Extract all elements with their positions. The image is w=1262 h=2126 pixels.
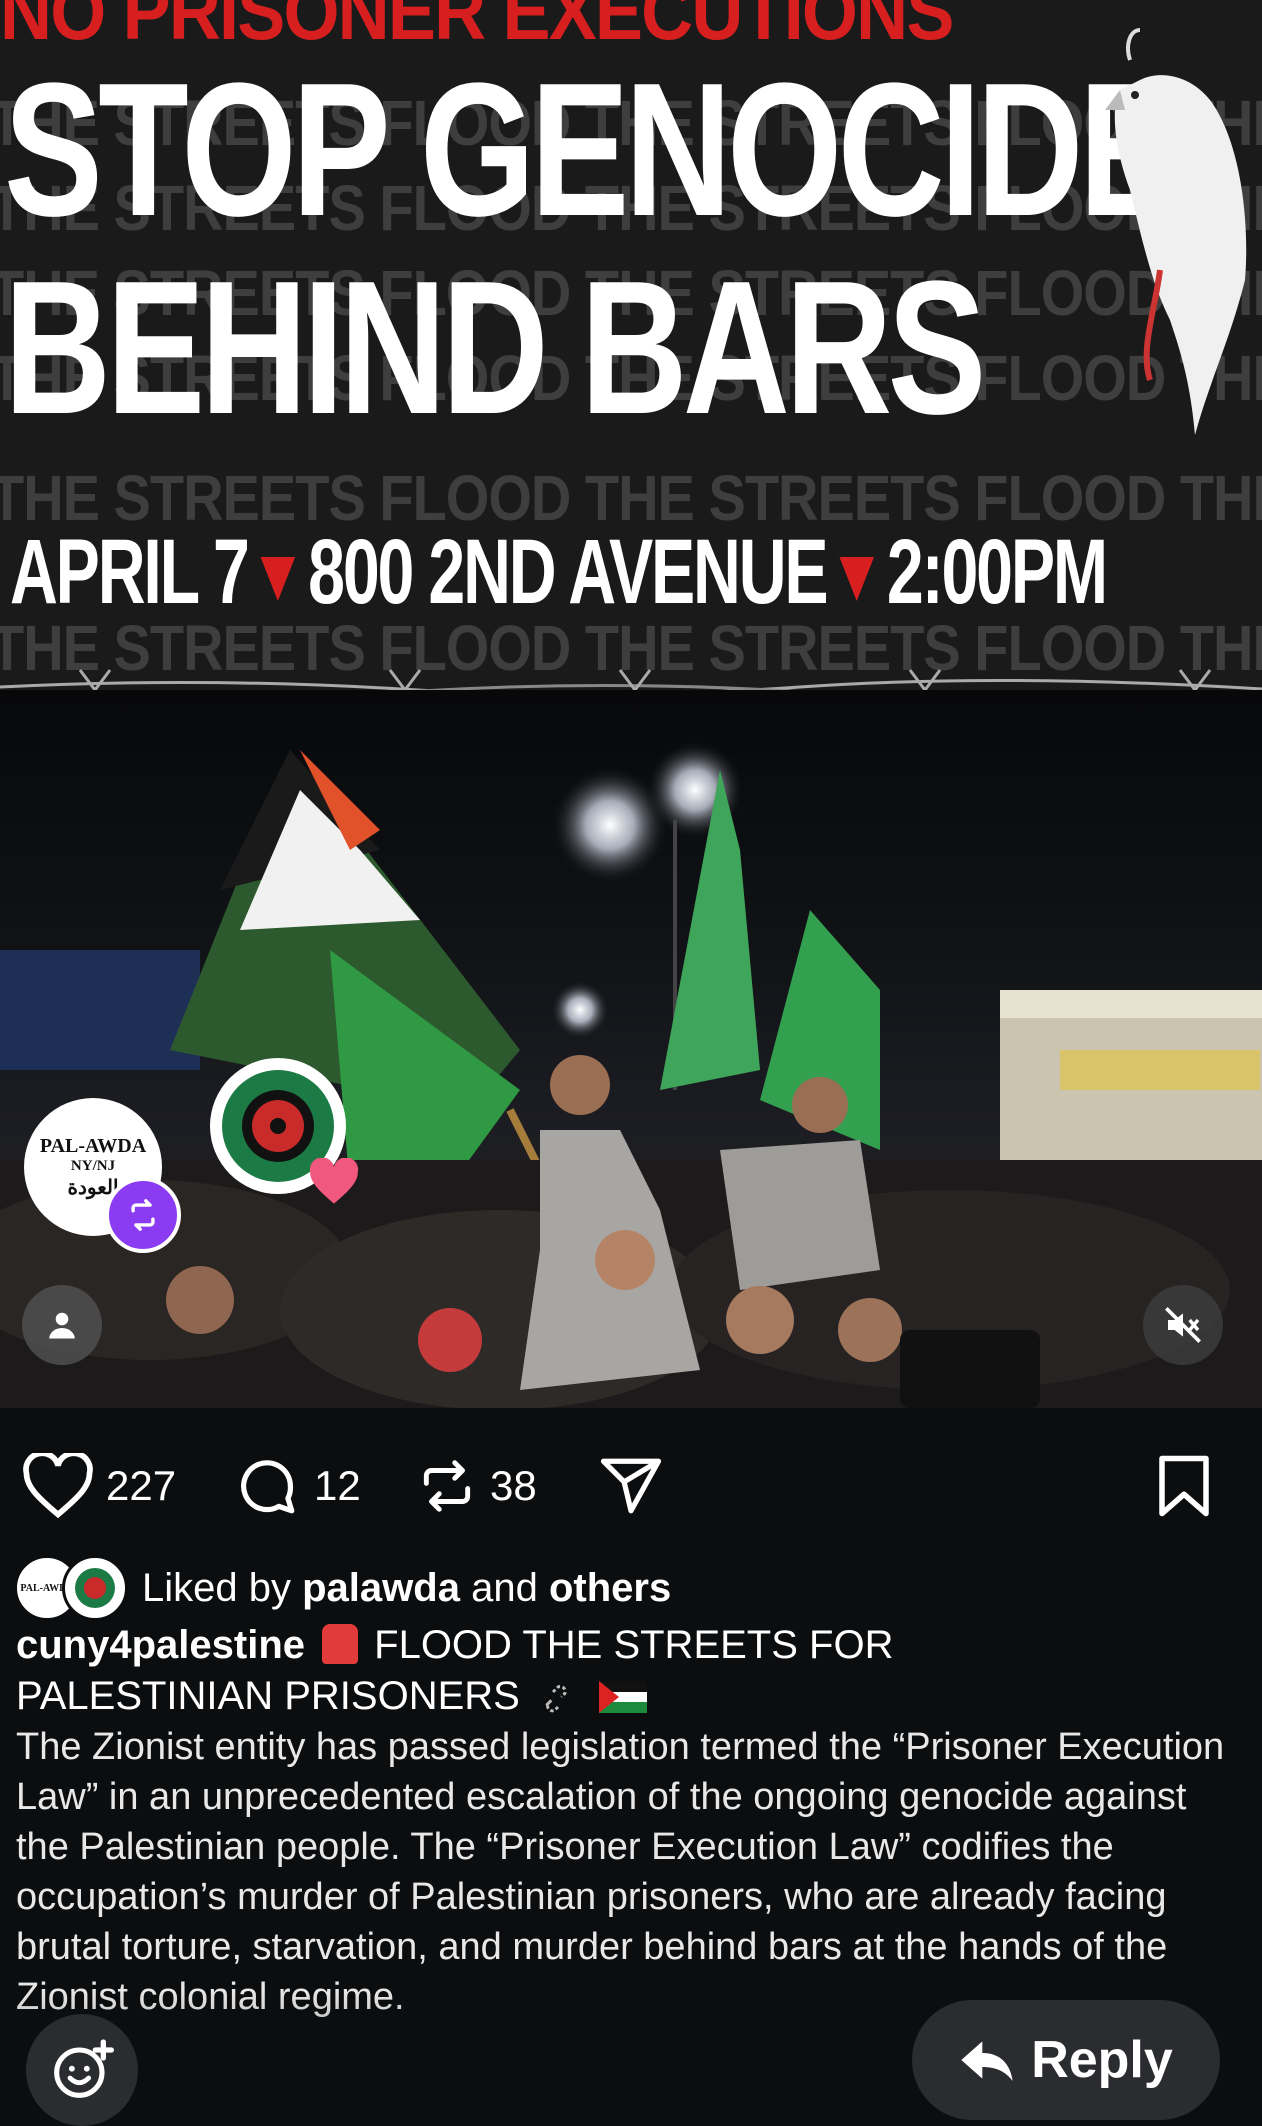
siren-emoji-icon [321,1624,358,1664]
collab-logo-text: PAL-AWDA [39,1134,147,1157]
liked-by-text: Liked by palawda and others [142,1566,671,1611]
reply-arrow-icon [961,2041,1013,2081]
like-count: 227 [106,1462,177,1509]
caption-body: The Zionist entity has passed legislatio… [16,1726,1225,2018]
heart-badge-icon [309,1158,359,1204]
liked-by-and: and [471,1565,538,1610]
liked-by-others[interactable]: others [549,1566,671,1610]
comment-count: 12 [314,1462,361,1509]
repost-count: 38 [490,1462,537,1509]
event-time: 2:00PM [886,521,1108,623]
person-icon [49,1312,75,1339]
poster-graphic: THE STREETS FLOOD THE STREETS FLOOD THE … [0,0,1262,690]
caption-title-2: PALESTINIAN PRISONERS [16,1674,520,1718]
reply-label: Reply [1031,2031,1173,2089]
poster-headline-1: STOP GENOCIDE [4,44,1178,256]
liker-avatar [62,1555,128,1621]
post-actions-bar: 227 12 38 [0,1408,1262,1548]
cycling-club-logo-icon [75,1568,115,1608]
triangle-icon [260,556,296,601]
comment-button[interactable]: 12 [232,1453,361,1519]
repost-badge-icon [105,1177,181,1253]
liked-by-prefix: Liked by [142,1565,291,1610]
bookmark-icon [1159,1455,1209,1517]
barbed-wire-icon [0,669,1262,690]
protest-photo [0,690,1262,1408]
liker-username[interactable]: palawda [302,1566,460,1610]
event-date: APRIL 7 [10,521,250,623]
collab-logo-text: NY/NJ [70,1157,116,1174]
protest-scene-image [0,740,1262,1408]
heart-icon [23,1453,93,1519]
like-button[interactable]: 227 [22,1453,176,1519]
caption-title-1: FLOOD THE STREETS FOR [374,1623,894,1667]
reply-button[interactable]: Reply [912,2000,1220,2120]
add-emoji-icon [54,2039,114,2098]
dove-icon [1105,28,1247,436]
repost-button[interactable]: 38 [416,1453,537,1519]
poster-event-line: APRIL 7 800 2ND AVENUE 2:00PM [10,520,1108,625]
share-button[interactable] [596,1453,666,1519]
post-caption: cuny4palestine FLOOD THE STREETS FOR PAL… [16,1620,1246,2022]
repost-icon [423,1460,471,1512]
triangle-icon [839,556,874,601]
emoji-reaction-button[interactable] [26,2014,138,2126]
comment-icon [241,1460,295,1514]
save-button[interactable] [1154,1453,1214,1524]
broken-chain-emoji-icon [545,1685,568,1713]
poster-headline-2: BEHIND BARS [4,242,986,454]
liked-by-row[interactable]: PAL-AWDA Liked by palawda and others [14,1555,671,1621]
caption-username[interactable]: cuny4palestine [16,1623,305,1667]
post-media[interactable]: THE STREETS FLOOD THE STREETS FLOOD THE … [0,0,1262,1408]
send-icon [600,1458,662,1514]
event-location: 800 2ND AVENUE [308,521,828,623]
mute-toggle-button[interactable] [1143,1285,1223,1365]
speaker-muted-icon [1165,1307,1201,1343]
palestine-flag-emoji-icon [598,1681,647,1713]
tagged-people-button[interactable] [22,1285,102,1365]
